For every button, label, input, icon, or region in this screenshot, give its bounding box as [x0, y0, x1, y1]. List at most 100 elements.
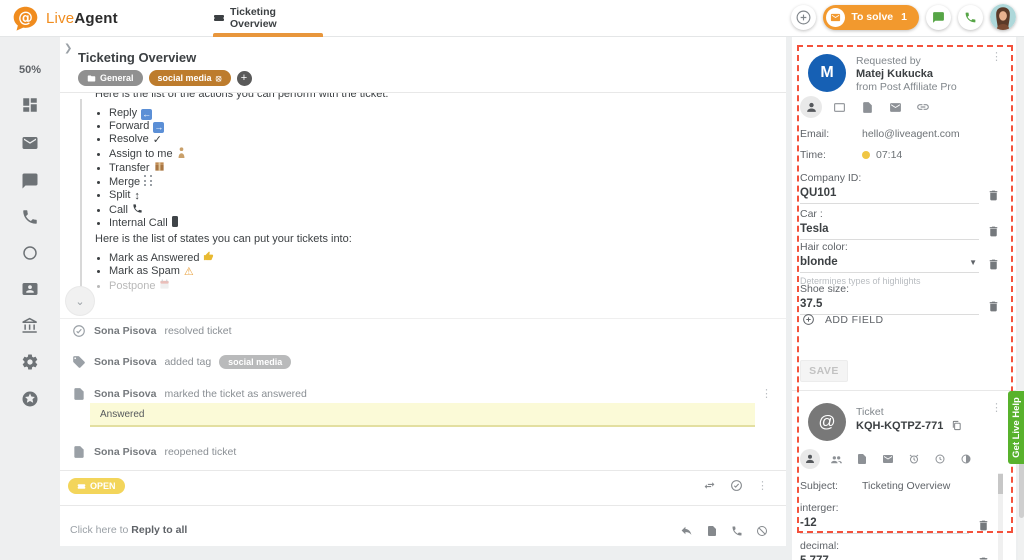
tag-label: social media	[158, 73, 212, 83]
tag-general[interactable]: General	[78, 70, 143, 86]
page-title: Ticketing Overview	[78, 50, 196, 65]
requester-avatar[interactable]: M	[808, 54, 846, 92]
close-icon[interactable]: ⦻	[216, 73, 222, 84]
chevron-down-icon: ⌄	[75, 295, 84, 308]
trash-icon[interactable]	[987, 225, 1000, 239]
merge-icon	[144, 175, 152, 186]
get-live-help-tab[interactable]: Get Live Help	[1008, 391, 1024, 464]
trash-icon[interactable]	[987, 300, 1000, 314]
note-text: Answered	[100, 409, 144, 420]
user-avatar[interactable]	[990, 4, 1016, 30]
ticket-code: KQH-KQTPZ-771	[856, 420, 962, 432]
phone-icon[interactable]	[731, 525, 743, 537]
sidebar-item-settings[interactable]	[21, 353, 39, 371]
tab-person[interactable]	[800, 96, 822, 118]
list-item: Reply	[109, 107, 186, 120]
tab-browser[interactable]	[828, 96, 850, 118]
field-label: Shoe size:	[800, 283, 1000, 295]
tab-notes[interactable]	[852, 449, 872, 469]
resolve-icon[interactable]	[730, 479, 743, 492]
status-badge[interactable]: OPEN	[68, 478, 125, 494]
add-tag-button[interactable]: +	[237, 71, 252, 86]
list-item: Merge	[109, 175, 186, 189]
time-label: Time:	[800, 149, 862, 161]
chevron-down-icon: ▼	[969, 258, 977, 267]
person-icon	[804, 453, 816, 465]
requester-name: Matej Kukucka	[856, 68, 957, 80]
sidebar-item-dashboard[interactable]	[21, 96, 39, 114]
phone-button[interactable]	[958, 5, 983, 30]
field-label: Company ID:	[800, 172, 1000, 184]
person-icon	[177, 147, 186, 158]
sidebar-item-calls[interactable]	[21, 208, 39, 226]
trash-icon[interactable]	[977, 556, 990, 560]
sidebar-item-automation[interactable]	[21, 244, 39, 262]
quote-line	[80, 99, 82, 289]
reply-arrow-icon[interactable]	[680, 524, 693, 537]
group-icon	[830, 453, 843, 466]
envelope-icon	[882, 453, 894, 465]
tab-mail[interactable]	[878, 449, 898, 469]
field-label: Hair color:	[800, 241, 1000, 253]
logo-text: LiveAgent	[46, 10, 118, 27]
collapse-button[interactable]: ⌄	[66, 287, 94, 315]
tab-ticketing-overview[interactable]: Ticketing Overview	[213, 0, 323, 36]
liveagent-logo[interactable]: @ LiveAgent	[12, 5, 118, 32]
transfer-icon[interactable]	[703, 479, 716, 492]
ticket-main-panel: ❯ Ticketing Overview General social medi…	[60, 37, 786, 546]
tab-notes[interactable]	[856, 96, 878, 118]
add-button[interactable]	[791, 5, 816, 30]
copy-icon[interactable]	[951, 420, 962, 432]
plus-circle-icon	[795, 9, 812, 26]
activity-action: marked the ticket as answered	[164, 388, 306, 400]
list-item: Transfer	[109, 161, 186, 175]
kebab-menu-icon[interactable]: ⋮	[761, 392, 772, 396]
trash-icon[interactable]	[987, 189, 1000, 203]
field-value[interactable]: QU101	[800, 187, 979, 204]
activity-action: added tag	[164, 356, 211, 368]
tab-alarm[interactable]	[904, 449, 924, 469]
trash-icon[interactable]	[987, 258, 1000, 272]
person-icon	[805, 101, 818, 114]
custom-field: decimal: 5.777	[800, 540, 990, 560]
note-icon[interactable]	[706, 525, 718, 537]
field-value-dropdown[interactable]: blonde▼	[800, 256, 979, 273]
subject-label: Subject:	[800, 480, 862, 492]
page-scrollbar-thumb[interactable]	[1019, 460, 1024, 518]
bank-icon	[21, 317, 39, 335]
field-value[interactable]: 5.777	[800, 555, 969, 560]
actions-intro-clipped: Here is the list of the actions you can …	[95, 93, 595, 102]
email-value[interactable]: hello@liveagent.com	[862, 128, 960, 140]
tab-group[interactable]	[826, 449, 846, 469]
reply-bar[interactable]: Click here to Reply to all	[70, 524, 187, 536]
tab-person[interactable]	[800, 449, 820, 469]
sidebar-item-tickets[interactable]	[21, 134, 39, 152]
kebab-menu-icon[interactable]: ⋮	[757, 484, 768, 488]
sidebar-item-chats[interactable]	[21, 172, 39, 190]
chat-button[interactable]	[926, 5, 951, 30]
sidebar-item-academy[interactable]	[21, 317, 39, 335]
tag-social-media[interactable]: social media ⦻	[149, 70, 231, 86]
kebab-menu-icon[interactable]: ⋮	[991, 406, 1002, 410]
tab-contrast[interactable]	[956, 449, 976, 469]
ban-icon[interactable]	[756, 525, 768, 537]
tab-history[interactable]	[930, 449, 950, 469]
to-solve-button[interactable]: To solve 1	[823, 5, 919, 30]
trash-icon[interactable]	[977, 519, 990, 533]
field-value[interactable]: -12	[800, 517, 969, 534]
save-button[interactable]: SAVE	[800, 360, 848, 382]
requester-source: from Post Affiliate Pro	[856, 81, 957, 93]
kebab-menu-icon[interactable]: ⋮	[991, 55, 1002, 59]
split-icon	[134, 190, 140, 203]
sidebar-item-contacts[interactable]	[21, 280, 39, 298]
status-label: OPEN	[90, 481, 116, 491]
tab-mail[interactable]	[884, 96, 906, 118]
states-list: Mark as Answered Mark as Spam Postpone	[95, 251, 214, 293]
chevron-right-icon[interactable]: ❯	[64, 43, 72, 54]
tab-links[interactable]	[912, 96, 934, 118]
sidebar-item-addons[interactable]	[21, 390, 39, 408]
field-value[interactable]: Tesla	[800, 223, 979, 240]
panel-scrollbar-thumb[interactable]	[998, 474, 1003, 494]
activity-row: Sona Pisova resolved ticket	[72, 324, 232, 338]
add-field-button[interactable]: ADD FIELD	[802, 313, 883, 326]
